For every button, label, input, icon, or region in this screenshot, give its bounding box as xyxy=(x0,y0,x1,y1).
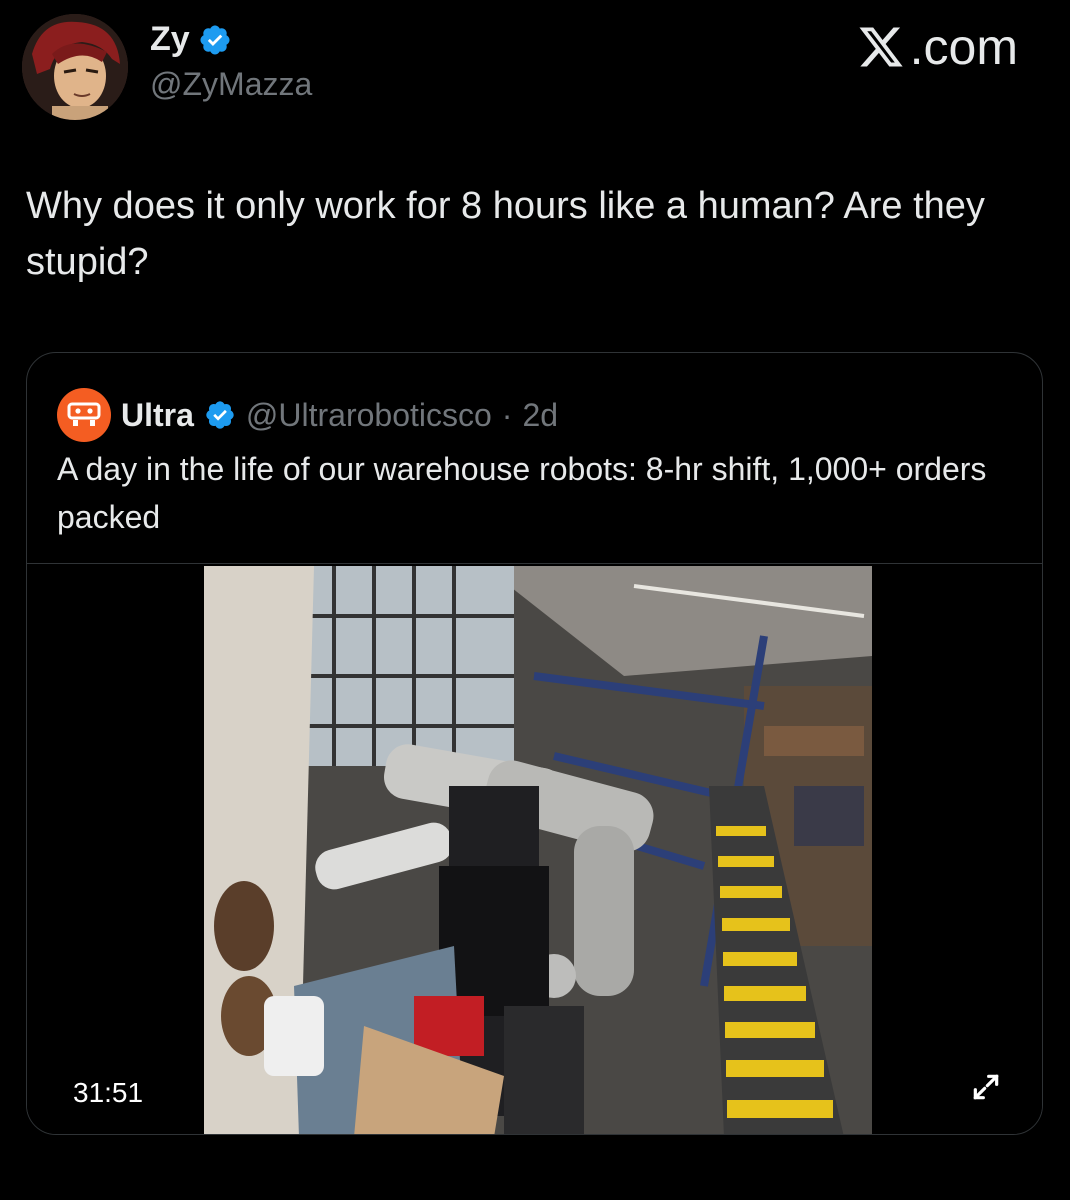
quote-handle[interactable]: @Ultraroboticsco xyxy=(246,397,492,434)
site-branding: .com xyxy=(856,18,1018,76)
quote-header: Ultra @Ultraroboticsco · 2d xyxy=(57,388,558,442)
author-avatar[interactable] xyxy=(22,14,128,120)
quote-text: A day in the life of our warehouse robot… xyxy=(57,451,987,535)
author-display-name[interactable]: Zy xyxy=(150,20,190,59)
quote-display-name[interactable]: Ultra xyxy=(121,397,194,434)
expand-icon[interactable] xyxy=(970,1071,1002,1103)
quote-separator: · xyxy=(501,396,513,433)
video-player[interactable] xyxy=(204,566,872,1134)
author-name-row[interactable]: Zy xyxy=(150,20,232,59)
quote-age[interactable]: 2d xyxy=(522,397,558,434)
quote-tweet-card[interactable]: Ultra @Ultraroboticsco · 2d A day in the… xyxy=(26,352,1043,1135)
tweet-text: Why does it only work for 8 hours like a… xyxy=(26,185,985,283)
video-thumbnail xyxy=(204,566,872,1134)
author-handle[interactable]: @ZyMazza xyxy=(150,66,312,103)
verified-badge-icon xyxy=(206,401,234,429)
quote-media[interactable]: 31:51 xyxy=(27,563,1042,1134)
ultra-avatar[interactable] xyxy=(57,388,111,442)
x-logo-icon xyxy=(859,27,903,67)
ultra-logo-icon xyxy=(67,402,101,426)
anime-avatar-icon xyxy=(22,14,128,120)
site-suffix: .com xyxy=(909,19,1018,75)
verified-badge-icon xyxy=(200,24,230,55)
video-duration: 31:51 xyxy=(63,1073,154,1113)
